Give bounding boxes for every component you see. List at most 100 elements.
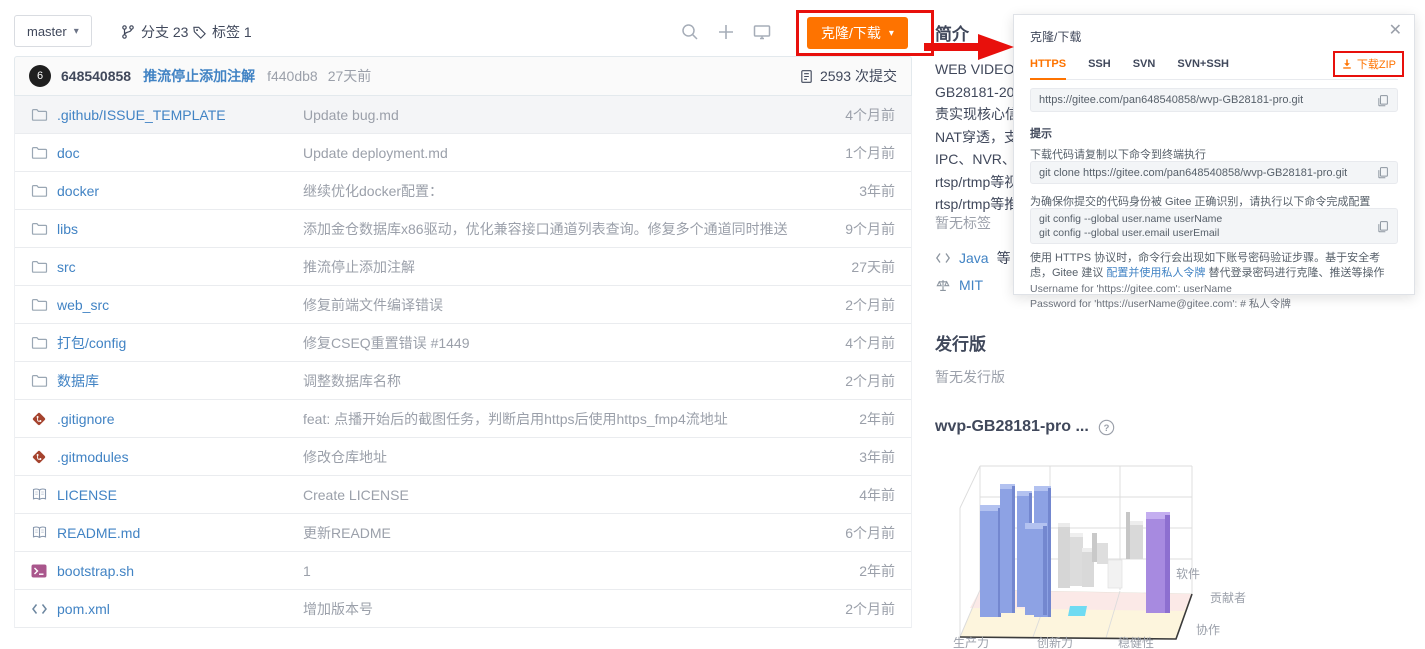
book-icon	[31, 524, 48, 541]
table-row[interactable]: bootstrap.sh12年前	[15, 552, 911, 590]
download-icon	[1341, 58, 1353, 70]
commit-time: 4个月前	[845, 333, 895, 353]
table-row[interactable]: README.md更新README6个月前	[15, 514, 911, 552]
evaluation-widget-title-text: wvp-GB28181-pro ...	[935, 418, 1089, 436]
commit-message-link[interactable]: 更新README	[303, 523, 391, 543]
commit-message-link[interactable]: 修复前端文件编译错误	[303, 295, 443, 315]
copy-icon[interactable]	[1376, 94, 1389, 107]
no-releases-label: 暂无发行版	[935, 367, 1005, 387]
table-row[interactable]: web_src 修复前端文件编译错误 2个月前	[15, 286, 911, 324]
branches-link[interactable]: 分支 23	[120, 22, 188, 42]
tab-ssh[interactable]: SSH	[1088, 55, 1111, 80]
file-name-link[interactable]: .gitmodules	[57, 449, 129, 465]
table-row[interactable]: LICENSE Create LICENSE 4年前	[15, 476, 911, 514]
chevron-down-icon: ▾	[889, 28, 894, 39]
help-icon[interactable]: ?	[1098, 419, 1115, 436]
file-name-link[interactable]: docker	[57, 183, 99, 199]
commit-time: 2个月前	[845, 295, 895, 315]
tab-svn-ssh[interactable]: SVN+SSH	[1177, 55, 1229, 80]
chart-depth-label-software: 软件	[1176, 567, 1200, 581]
download-zip-button[interactable]: 下载ZIP	[1336, 54, 1401, 74]
file-name-link[interactable]: src	[57, 259, 76, 275]
commit-message-link[interactable]: 增加版本号	[303, 599, 373, 619]
hint-title: 提示	[1030, 125, 1052, 141]
file-name-link[interactable]: LICENSE	[57, 487, 117, 503]
clone-url-field[interactable]: https://gitee.com/pan648540858/wvp-GB281…	[1030, 88, 1398, 112]
clone-download-dialog: 克隆/下载 ✕ HTTPS SSH SVN SVN+SSH 下载ZIP http…	[1013, 14, 1415, 295]
commit-message-link[interactable]: 修改仓库地址	[303, 447, 387, 467]
git-config-commands[interactable]: git config --global user.name userNamegi…	[1030, 208, 1398, 244]
commit-author-link[interactable]: 648540858	[61, 68, 131, 84]
commits-count-link[interactable]: 2593 次提交	[799, 66, 897, 86]
table-row[interactable]: .gitignore feat: 点播开始后的截图任务，判断启用https后使用h…	[15, 400, 911, 438]
copy-icon[interactable]	[1376, 220, 1389, 233]
copy-icon[interactable]	[1376, 166, 1389, 179]
language-link[interactable]: Java	[959, 250, 989, 266]
table-row[interactable]: doc Update deployment.md 1个月前	[15, 134, 911, 172]
file-name-link[interactable]: doc	[57, 145, 80, 161]
file-name-link[interactable]: .gitignore	[57, 411, 115, 427]
table-row[interactable]: pom.xml 增加版本号 2个月前	[15, 590, 911, 628]
code-icon	[31, 600, 48, 617]
license-link[interactable]: MIT	[959, 277, 983, 293]
search-icon[interactable]	[680, 22, 700, 42]
file-name-link[interactable]: web_src	[57, 297, 109, 313]
tab-svn[interactable]: SVN	[1133, 55, 1156, 80]
table-row[interactable]: src推流停止添加注解27天前	[15, 248, 911, 286]
table-row[interactable]: docker继续优化docker配置：3年前	[15, 172, 911, 210]
dialog-title: 克隆/下载	[1030, 28, 1081, 45]
commit-time: 1个月前	[845, 143, 895, 163]
file-name-link[interactable]: libs	[57, 221, 78, 237]
branch-selector[interactable]: master ▾	[14, 15, 92, 47]
plus-icon[interactable]	[716, 22, 736, 42]
git-icon	[31, 448, 48, 465]
file-name-link[interactable]: README.md	[57, 525, 140, 541]
credential-password-line: Password for 'https://userName@gitee.com…	[1030, 296, 1291, 311]
table-row[interactable]: .github/ISSUE_TEMPLATE Update bug.md 4个月前	[15, 96, 911, 134]
monitor-icon[interactable]	[752, 22, 772, 42]
private-token-link[interactable]: 配置并使用私人令牌	[1106, 267, 1205, 279]
repo-toolbar: master ▾ 分支 23 标签 1	[14, 14, 912, 54]
license-scales-icon	[935, 278, 951, 293]
commit-message-link[interactable]: 修复CSEQ重置错误 #1449	[303, 333, 470, 353]
evaluation-widget-title: wvp-GB28181-pro ... ?	[935, 418, 1115, 436]
file-name-link[interactable]: bootstrap.sh	[57, 563, 134, 579]
commit-message-link[interactable]: 推流停止添加注解	[143, 66, 255, 86]
file-name-link[interactable]: 打包/config	[57, 333, 126, 353]
git-icon	[31, 410, 48, 427]
tab-https[interactable]: HTTPS	[1030, 55, 1066, 80]
commit-time: 4年前	[859, 485, 895, 505]
commit-time: 2个月前	[845, 599, 895, 619]
table-row[interactable]: .gitmodules修改仓库地址3年前	[15, 438, 911, 476]
commit-sha: f440db8	[267, 68, 318, 84]
chevron-down-icon: ▾	[74, 26, 79, 37]
folder-icon	[31, 220, 48, 237]
commit-time: 27天前	[328, 66, 372, 86]
file-name-link[interactable]: pom.xml	[57, 601, 110, 617]
folder-icon	[31, 106, 48, 123]
commit-message-link[interactable]: 继续优化docker配置：	[303, 181, 443, 201]
folder-icon	[31, 334, 48, 351]
terminal-icon	[31, 562, 48, 579]
close-icon[interactable]: ✕	[1389, 23, 1402, 39]
git-clone-command[interactable]: git clone https://gitee.com/pan648540858…	[1030, 161, 1398, 184]
no-tags-label: 暂无标签	[935, 213, 991, 233]
commit-message-link[interactable]: 调整数据库名称	[303, 371, 401, 391]
commit-time: 4个月前	[845, 105, 895, 125]
commit-message-link[interactable]: 添加金仓数据库x86驱动，优化兼容接口通道列表查询。修复多个通道同时推送	[303, 219, 788, 239]
commit-message-link[interactable]: Create LICENSE	[303, 487, 409, 503]
avatar[interactable]: 6	[29, 65, 51, 87]
table-row[interactable]: libs 添加金仓数据库x86驱动，优化兼容接口通道列表查询。修复多个通道同时推送…	[15, 210, 911, 248]
table-row[interactable]: 打包/config 修复CSEQ重置错误 #1449 4个月前	[15, 324, 911, 362]
tags-link[interactable]: 标签 1	[192, 22, 252, 42]
commit-message-link[interactable]: Update deployment.md	[303, 145, 448, 161]
file-name-link[interactable]: .github/ISSUE_TEMPLATE	[57, 107, 226, 123]
clone-download-button[interactable]: 克隆/下载 ▾	[807, 17, 908, 49]
clone-download-label: 克隆/下载	[821, 23, 881, 43]
commit-message-link[interactable]: feat: 点播开始后的截图任务，判断启用https后使用https_fmp4流…	[303, 409, 728, 429]
commit-message-link[interactable]: Update bug.md	[303, 107, 399, 123]
commit-message-link[interactable]: 1	[303, 563, 311, 579]
commit-message-link[interactable]: 推流停止添加注解	[303, 257, 415, 277]
file-name-link[interactable]: 数据库	[57, 371, 99, 391]
table-row[interactable]: 数据库调整数据库名称2个月前	[15, 362, 911, 400]
